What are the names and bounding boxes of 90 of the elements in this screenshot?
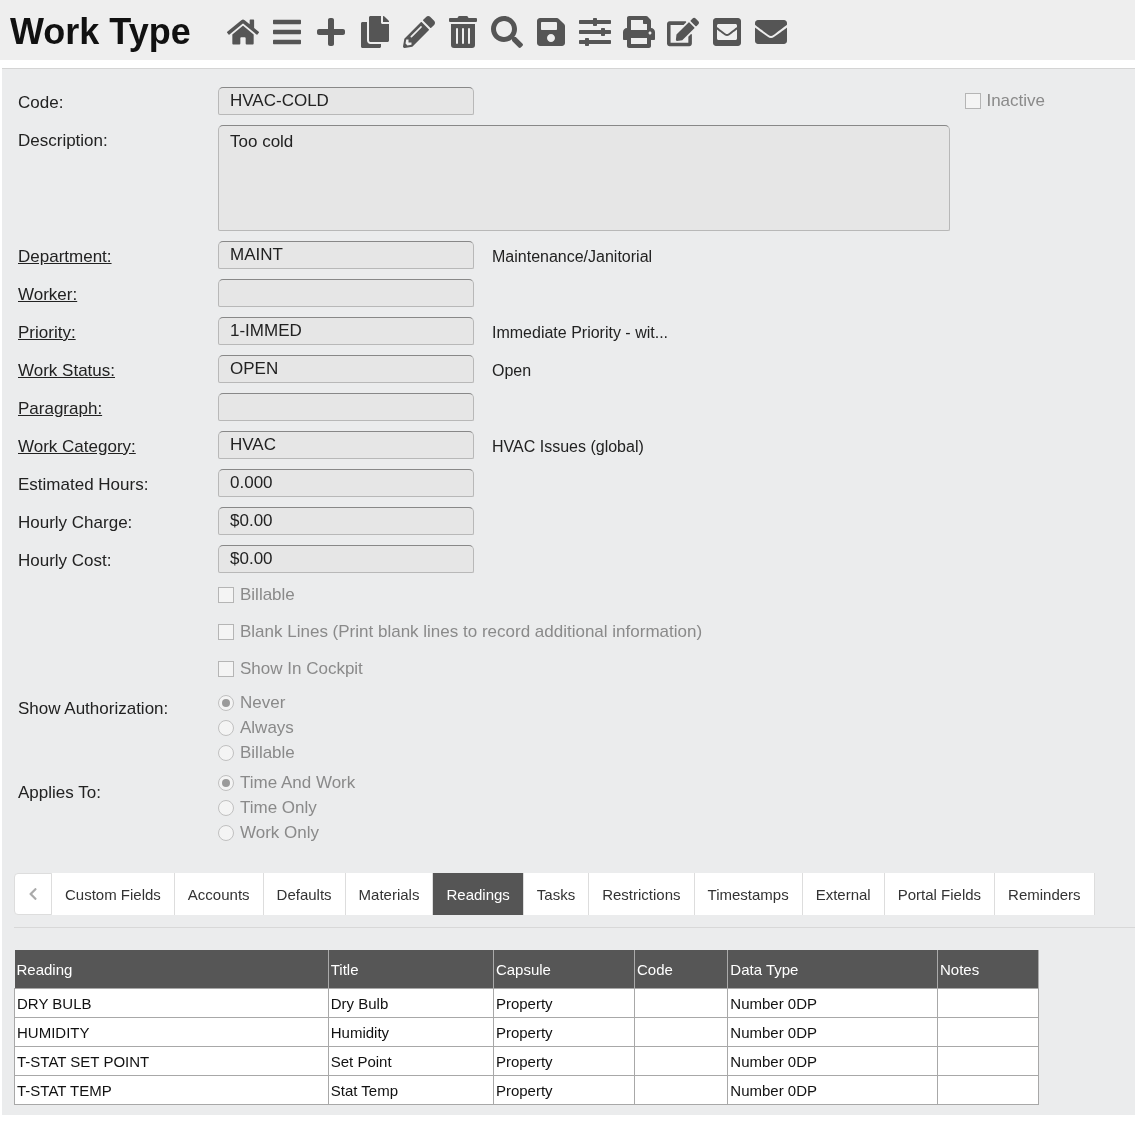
pencil-icon[interactable] <box>402 16 435 48</box>
input-field[interactable]: 0.000 <box>218 469 474 497</box>
radio-button[interactable] <box>218 720 234 736</box>
table-cell: Set Point <box>328 1046 494 1076</box>
field-description: Immediate Priority - wit... <box>492 323 669 342</box>
input-field[interactable]: $0.00 <box>218 507 474 535</box>
field-label: Hourly Charge: <box>18 512 134 534</box>
field-label: Description: <box>18 130 109 152</box>
input-field[interactable]: HVAC-COLD <box>218 87 474 115</box>
text-area[interactable]: Too cold <box>218 125 950 231</box>
sliders-icon[interactable] <box>578 16 611 48</box>
table-cell: HUMIDITY <box>14 1017 329 1047</box>
add-icon[interactable] <box>314 16 347 48</box>
search-icon[interactable] <box>490 16 523 48</box>
field-link[interactable]: Paragraph: <box>18 393 218 421</box>
table-cell: Property <box>493 1075 635 1105</box>
checkbox[interactable] <box>218 661 234 677</box>
edit-icon[interactable] <box>666 16 699 48</box>
checkbox-label: Show In Cockpit <box>240 659 363 679</box>
page-title: Work Type <box>10 11 191 53</box>
input-field[interactable] <box>218 279 474 307</box>
copy-icon[interactable] <box>358 16 391 48</box>
input-field[interactable] <box>218 393 474 421</box>
field-link[interactable]: Work Status: <box>18 355 218 383</box>
table-cell: Property <box>493 1046 635 1076</box>
table-cell: Property <box>493 1017 635 1047</box>
field-description: Open <box>492 361 532 380</box>
tab[interactable]: Defaults <box>263 873 346 915</box>
tab[interactable]: Timestamps <box>694 873 803 915</box>
table-cell: T-STAT SET POINT <box>14 1046 329 1076</box>
radio-button[interactable] <box>218 775 234 791</box>
input-field[interactable]: MAINT <box>218 241 474 269</box>
input-field[interactable]: HVAC <box>218 431 474 459</box>
table-cell: DRY BULB <box>14 988 329 1018</box>
table-cell: Number 0DP <box>727 988 938 1018</box>
radio-button[interactable] <box>218 745 234 761</box>
input-field[interactable]: 1-IMMED <box>218 317 474 345</box>
tab[interactable]: Readings <box>433 873 524 915</box>
column-header: Data Type <box>727 950 938 989</box>
printer-icon[interactable] <box>622 16 655 48</box>
checkbox[interactable] <box>218 624 234 640</box>
table-cell: T-STAT TEMP <box>14 1075 329 1105</box>
field-label: Applies To: <box>18 782 102 804</box>
input-field[interactable]: $0.00 <box>218 545 474 573</box>
save-icon[interactable] <box>534 16 567 48</box>
tab[interactable]: External <box>802 873 885 915</box>
radio-label: Time Only <box>240 798 317 818</box>
tab[interactable]: Accounts <box>174 873 264 915</box>
table-cell: Stat Temp <box>328 1075 494 1105</box>
tab[interactable]: Reminders <box>995 873 1095 915</box>
field-link[interactable]: Priority: <box>18 317 218 345</box>
radio-label: Work Only <box>240 823 320 843</box>
table-cell: Dry Bulb <box>328 988 494 1018</box>
field-link[interactable]: Worker: <box>18 279 218 307</box>
input-field[interactable]: OPEN <box>218 355 474 383</box>
field-description: Maintenance/Janitorial <box>492 247 653 266</box>
radio-button[interactable] <box>218 800 234 816</box>
radio-button[interactable] <box>218 825 234 841</box>
radio-label: Time And Work <box>240 773 356 793</box>
checkbox[interactable] <box>218 587 234 603</box>
checkbox-label: Billable <box>240 585 295 605</box>
tab[interactable]: Portal Fields <box>884 873 996 915</box>
tab[interactable]: Materials <box>345 873 434 915</box>
field-label: Hourly Cost: <box>18 550 113 572</box>
radio-label: Never <box>240 693 286 713</box>
table-cell: Number 0DP <box>727 1017 938 1047</box>
table-cell: Humidity <box>328 1017 494 1047</box>
checkbox-label: Blank Lines (Print blank lines to record additional information) <box>240 622 703 642</box>
checkbox-label: Inactive <box>986 91 1045 111</box>
column-header: Title <box>328 950 494 989</box>
table-cell: Number 0DP <box>727 1046 938 1076</box>
radio-button[interactable] <box>218 695 234 711</box>
radio-label: Billable <box>240 743 295 763</box>
field-link[interactable]: Department: <box>18 241 218 269</box>
field-description: HVAC Issues (global) <box>492 437 644 456</box>
field-link[interactable]: Work Category: <box>18 431 218 459</box>
field-label: Estimated Hours: <box>18 474 150 496</box>
radio-label: Always <box>240 718 294 738</box>
tab[interactable]: Restrictions <box>589 873 695 915</box>
field-label: Show Authorization: <box>18 698 170 720</box>
table-cell: Number 0DP <box>727 1075 938 1105</box>
column-header: Notes <box>937 950 1039 989</box>
tab[interactable]: Custom Fields <box>52 873 175 915</box>
tab[interactable]: Tasks <box>523 873 590 915</box>
column-header: Code <box>634 950 728 989</box>
trash-icon[interactable] <box>446 16 479 48</box>
column-header: Reading <box>14 950 329 989</box>
field-label: Code: <box>18 92 65 114</box>
table-cell: Property <box>493 988 635 1018</box>
column-header: Capsule <box>493 950 635 989</box>
